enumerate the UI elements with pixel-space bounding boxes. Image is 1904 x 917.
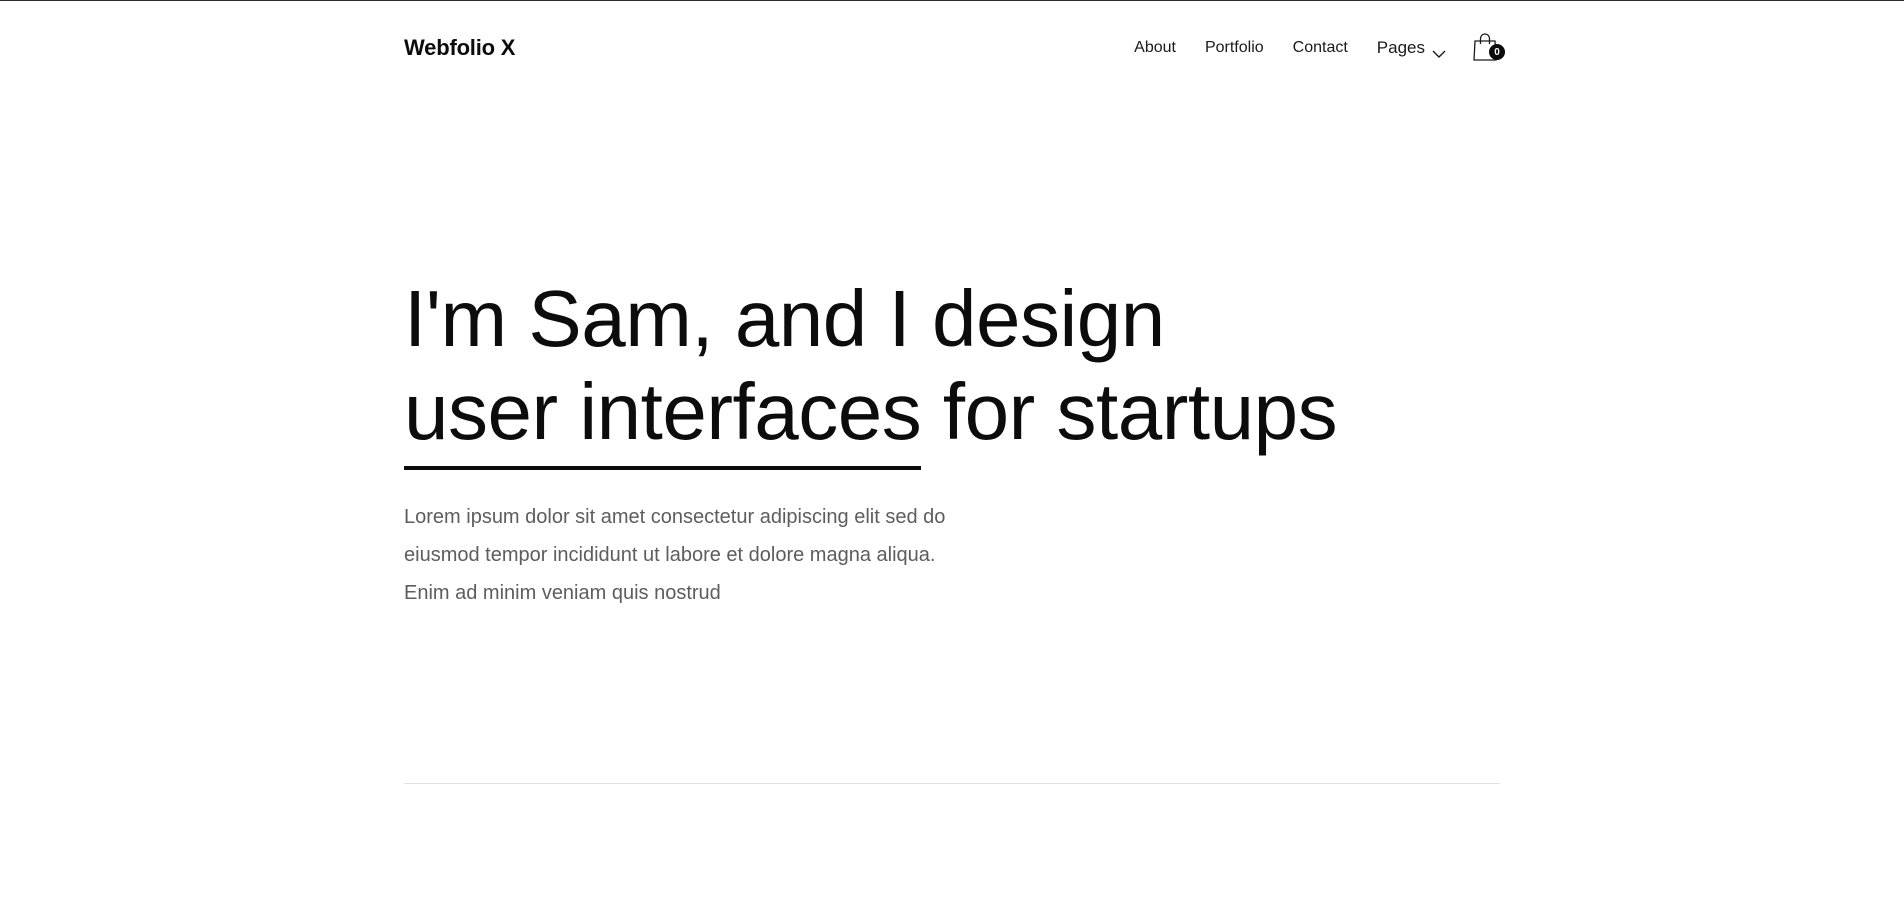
- hero-section: I'm Sam, and I design user interfaces fo…: [404, 272, 1500, 612]
- hero-highlight-text: user interfaces: [404, 367, 922, 456]
- nav-link-contact[interactable]: Contact: [1293, 39, 1348, 57]
- nav-link-about[interactable]: About: [1134, 39, 1176, 57]
- hero-paragraph: Lorem ipsum dolor sit amet consectetur a…: [404, 498, 1044, 612]
- hero-heading-rest: for startups: [921, 367, 1338, 456]
- top-border: [0, 0, 1904, 1]
- nav-dropdown-pages[interactable]: Pages: [1377, 38, 1446, 58]
- hero-paragraph-line-3: Enim ad minim veniam quis nostrud: [404, 582, 721, 604]
- cart-button[interactable]: 0: [1472, 32, 1505, 64]
- hero-heading-line-1: I'm Sam, and I design: [404, 274, 1165, 363]
- nav-pages-label: Pages: [1376, 38, 1425, 57]
- highlight-underline: [404, 466, 922, 470]
- cart-count-badge: 0: [1489, 44, 1505, 60]
- hero-paragraph-line-1: Lorem ipsum dolor sit amet consectetur a…: [404, 506, 946, 528]
- hero-highlight: user interfaces: [404, 365, 922, 470]
- chevron-down-icon: [1432, 44, 1446, 58]
- site-header: Webfolio X About Portfolio Contact Pages…: [404, 22, 1505, 74]
- brand-logo[interactable]: Webfolio X: [404, 35, 515, 61]
- hero-heading: I'm Sam, and I design user interfaces fo…: [404, 272, 1500, 470]
- hero-heading-line-2: user interfaces for startups: [404, 365, 1500, 470]
- section-divider: [404, 783, 1500, 784]
- nav-link-portfolio[interactable]: Portfolio: [1205, 39, 1264, 57]
- main-nav: About Portfolio Contact Pages 0: [1134, 32, 1505, 64]
- hero-paragraph-line-2: eiusmod tempor incididunt ut labore et d…: [404, 544, 936, 566]
